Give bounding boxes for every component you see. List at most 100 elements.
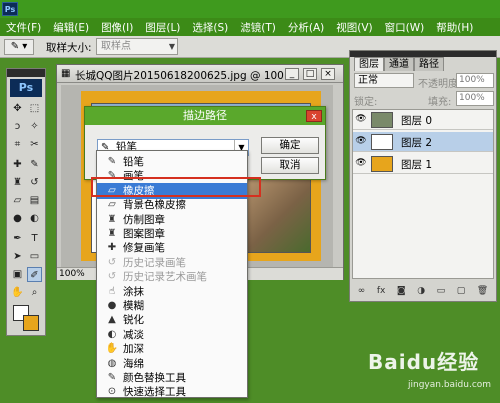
dropdown-item-label: 仿制图章 <box>123 213 165 226</box>
menu-analysis[interactable]: 分析(A) <box>282 20 330 35</box>
sample-size-value: 取样点 <box>101 41 131 52</box>
blend-mode-value: 正常 <box>358 75 378 86</box>
dropdown-item-label: 历史记录艺术画笔 <box>123 271 207 284</box>
app-title-strip: Ps <box>0 0 500 18</box>
layer-thumbnail <box>371 156 393 172</box>
type-tool-icon[interactable]: T <box>27 231 42 246</box>
eye-icon[interactable]: 👁 <box>355 158 367 168</box>
dialog-title[interactable]: 描边路径 <box>85 107 325 125</box>
dodge-tool-icon[interactable]: ◐ <box>27 211 42 226</box>
mask-icon[interactable]: ◙ <box>397 286 406 296</box>
trash-icon[interactable]: 🗑 <box>477 286 488 296</box>
maximize-icon[interactable]: □ <box>303 68 317 80</box>
stamp-tool-icon[interactable]: ♜ <box>10 175 25 190</box>
menu-select[interactable]: 选择(S) <box>186 20 234 35</box>
notes-tool-icon[interactable]: ▣ <box>10 267 25 282</box>
eye-icon[interactable]: 👁 <box>355 136 367 146</box>
tab-paths[interactable]: 路径 <box>414 57 444 71</box>
shape-tool-icon[interactable]: ▭ <box>27 249 42 264</box>
menu-image[interactable]: 图像(I) <box>95 20 139 35</box>
eye-icon[interactable]: 👁 <box>355 114 367 124</box>
healing-tool-icon[interactable]: ✚ <box>10 157 25 172</box>
layer-name: 图层 2 <box>401 137 433 149</box>
menu-layer[interactable]: 图层(L) <box>139 20 186 35</box>
watermark-url: jingyan.baidu.com <box>408 380 492 390</box>
menu-edit[interactable]: 编辑(E) <box>47 20 95 35</box>
lock-label: 锁定: <box>354 97 378 108</box>
layer-row[interactable]: 👁 图层 0 <box>353 110 493 130</box>
dropdown-item-label: 加深 <box>123 343 144 356</box>
ok-button[interactable]: 确定 <box>261 137 319 154</box>
layer-row[interactable]: 👁 图层 1 <box>353 154 493 174</box>
opacity-field[interactable]: 100% <box>456 73 494 88</box>
layer-name: 图层 1 <box>401 159 433 171</box>
marquee-tool-icon[interactable]: ⬚ <box>27 101 42 116</box>
tools-panel-header[interactable] <box>7 69 45 77</box>
sample-size-select[interactable]: 取样点 ▼ <box>96 38 178 55</box>
zoom-tool-icon[interactable]: ⌕ <box>27 285 42 300</box>
eraser-tool-icon[interactable]: ▱ <box>10 193 25 208</box>
opacity-label: 不透明度: <box>418 79 462 90</box>
sample-size-label: 取样大小: <box>46 42 92 54</box>
document-title: 长城QQ图片20150618200625.jpg @ 100... <box>75 70 294 82</box>
history-brush-tool-icon[interactable]: ↺ <box>27 175 42 190</box>
pen-tool-icon[interactable]: ✒ <box>10 231 25 246</box>
blend-mode-select[interactable]: 正常 <box>354 73 414 88</box>
tab-channels[interactable]: 通道 <box>384 57 414 71</box>
document-titlebar[interactable]: ▦ 长城QQ图片20150618200625.jpg @ 100... _ □ … <box>57 65 343 83</box>
menu-file[interactable]: 文件(F) <box>0 20 47 35</box>
fill-field[interactable]: 100% <box>456 91 494 106</box>
tools-panel: Ps ✥ ⬚ ↄ ✧ ⌗ ✂ ✚ ✎ ♜ ↺ ▱ ▤ ● ◐ ✒ T ➤ ▭ ▣… <box>6 68 46 336</box>
slice-tool-icon[interactable]: ✂ <box>27 137 42 152</box>
menu-help[interactable]: 帮助(H) <box>430 20 479 35</box>
layers-panel: 图层 通道 路径 正常 不透明度: 100% 锁定: 填充: 100% 👁 图层 … <box>349 50 497 302</box>
cancel-button[interactable]: 取消 <box>261 157 319 174</box>
move-tool-icon[interactable]: ✥ <box>10 101 25 116</box>
quick-selection-icon: ⊙ <box>107 386 117 398</box>
layer-row[interactable]: 👁 图层 2 <box>353 132 493 152</box>
dialog-close-icon[interactable]: x <box>306 110 322 122</box>
ps-app-icon: Ps <box>2 2 18 16</box>
dropdown-item-label: 图案图章 <box>123 228 165 240</box>
menu-window[interactable]: 窗口(W) <box>379 20 431 35</box>
dropdown-item[interactable]: ⊙ 快速选择工具 <box>97 384 247 400</box>
background-color-swatch[interactable] <box>23 315 39 331</box>
minimize-icon[interactable]: _ <box>285 68 299 80</box>
dropdown-item-label: 涂抹 <box>123 285 144 298</box>
folder-icon[interactable]: ▭ <box>437 286 446 296</box>
new-layer-icon[interactable]: ▢ <box>457 286 466 296</box>
eyedropper-preset-icon[interactable]: ✎ ▾ <box>4 39 34 55</box>
dropdown-item-label: 减淡 <box>123 328 144 341</box>
layer-thumbnail <box>371 112 393 128</box>
dropdown-item-label: 修复画笔 <box>123 242 165 255</box>
adjustment-icon[interactable]: ◑ <box>417 286 425 296</box>
chevron-down-icon: ▼ <box>168 42 175 51</box>
path-selection-tool-icon[interactable]: ➤ <box>10 249 25 264</box>
eyedropper-tool-icon[interactable]: ✐ <box>27 267 42 282</box>
layer-thumbnail <box>371 134 393 150</box>
lasso-tool-icon[interactable]: ↄ <box>10 119 25 134</box>
fx-icon[interactable]: fx <box>377 286 386 296</box>
menu-view[interactable]: 视图(V) <box>330 20 378 35</box>
dropdown-item-label: 背景色橡皮擦 <box>123 199 186 212</box>
brush-tool-icon[interactable]: ✎ <box>27 157 42 172</box>
document-icon: ▦ <box>61 68 71 79</box>
blur-tool-icon[interactable]: ● <box>10 211 25 226</box>
menu-filter[interactable]: 滤镜(T) <box>234 20 282 35</box>
menu-bar: 文件(F) 编辑(E) 图像(I) 图层(L) 选择(S) 滤镜(T) 分析(A… <box>0 18 500 36</box>
dropdown-item-label: 模糊 <box>123 300 144 312</box>
crop-tool-icon[interactable]: ⌗ <box>10 137 25 152</box>
annotation-highlight-box <box>91 177 261 197</box>
dropdown-item-label: 历史记录画笔 <box>123 256 186 269</box>
close-icon[interactable]: × <box>321 68 335 80</box>
magic-wand-tool-icon[interactable]: ✧ <box>27 119 42 134</box>
layer-name: 图层 0 <box>401 115 433 127</box>
gradient-tool-icon[interactable]: ▤ <box>27 193 42 208</box>
dropdown-item-label: 铅笔 <box>123 156 144 168</box>
link-icon[interactable]: ∞ <box>358 286 366 296</box>
dropdown-item-label: 颜色替换工具 <box>123 372 186 384</box>
hand-tool-icon[interactable]: ✋ <box>10 285 25 300</box>
dropdown-item-label: 锐化 <box>123 314 144 327</box>
tab-layers[interactable]: 图层 <box>354 57 384 71</box>
layer-list: 👁 图层 0 👁 图层 2 👁 图层 1 <box>352 109 494 279</box>
